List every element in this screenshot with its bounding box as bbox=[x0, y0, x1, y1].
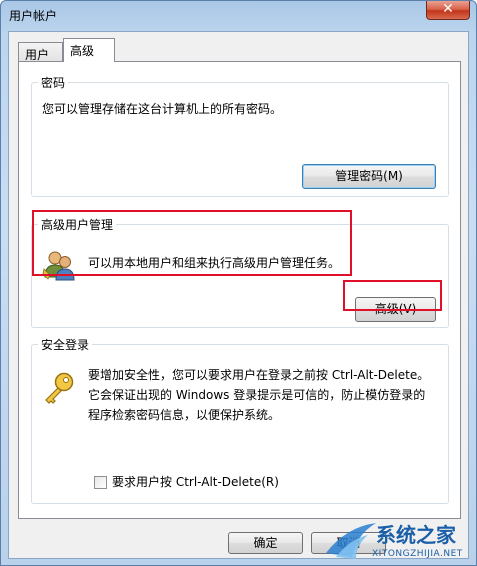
highlight-box-advanced-description bbox=[32, 210, 352, 276]
password-description: 您可以管理存储在这台计算机上的所有密码。 bbox=[42, 102, 283, 116]
require-ctrl-alt-delete-checkbox[interactable] bbox=[94, 476, 107, 489]
password-group: 密码 您可以管理存储在这台计算机上的所有密码。 管理密码(M) bbox=[31, 74, 449, 197]
window-title: 用户帐户 bbox=[9, 9, 58, 23]
tab-advanced[interactable]: 高级 bbox=[63, 38, 115, 62]
manage-passwords-button[interactable]: 管理密码(M) bbox=[302, 164, 436, 189]
watermark-url: XITONGZHIJIA.NET bbox=[372, 549, 463, 559]
secure-logon-description-line3: 程序检索密码信息，以便保护系统。 bbox=[88, 408, 281, 422]
key-icon bbox=[42, 371, 76, 405]
tab-users[interactable]: 用户 bbox=[18, 42, 63, 62]
secure-logon-group: 安全登录 要增加安全性，您可以要求用户在登录之前按 Ctrl-Alt-Delet… bbox=[31, 336, 449, 504]
site-watermark: 系统之家 XITONGZHIJIA.NET bbox=[316, 517, 476, 565]
title-bar[interactable]: 用户帐户 ✕ bbox=[1, 1, 476, 31]
require-ctrl-alt-delete-label[interactable]: 要求用户按 Ctrl-Alt-Delete(R) bbox=[112, 472, 279, 492]
close-button[interactable]: ✕ bbox=[426, 1, 470, 20]
secure-logon-description-line2: 它会保证出现的 Windows 登录提示是可信的，防止模仿登录的 bbox=[88, 388, 426, 402]
dialog-window: 用户帐户 ✕ 用户 高级 密码 您可以管理存储在这台计算机上的所有密码。 管理密… bbox=[0, 0, 477, 566]
ok-button[interactable]: 确定 bbox=[228, 532, 303, 554]
watermark-text: 系统之家 bbox=[376, 523, 456, 547]
secure-logon-group-title: 安全登录 bbox=[38, 336, 93, 353]
password-group-title: 密码 bbox=[38, 74, 69, 91]
secure-logon-description-line1: 要增加安全性，您可以要求用户在登录之前按 Ctrl-Alt-Delete。 bbox=[88, 368, 430, 382]
highlight-box-advanced-button bbox=[343, 280, 442, 311]
